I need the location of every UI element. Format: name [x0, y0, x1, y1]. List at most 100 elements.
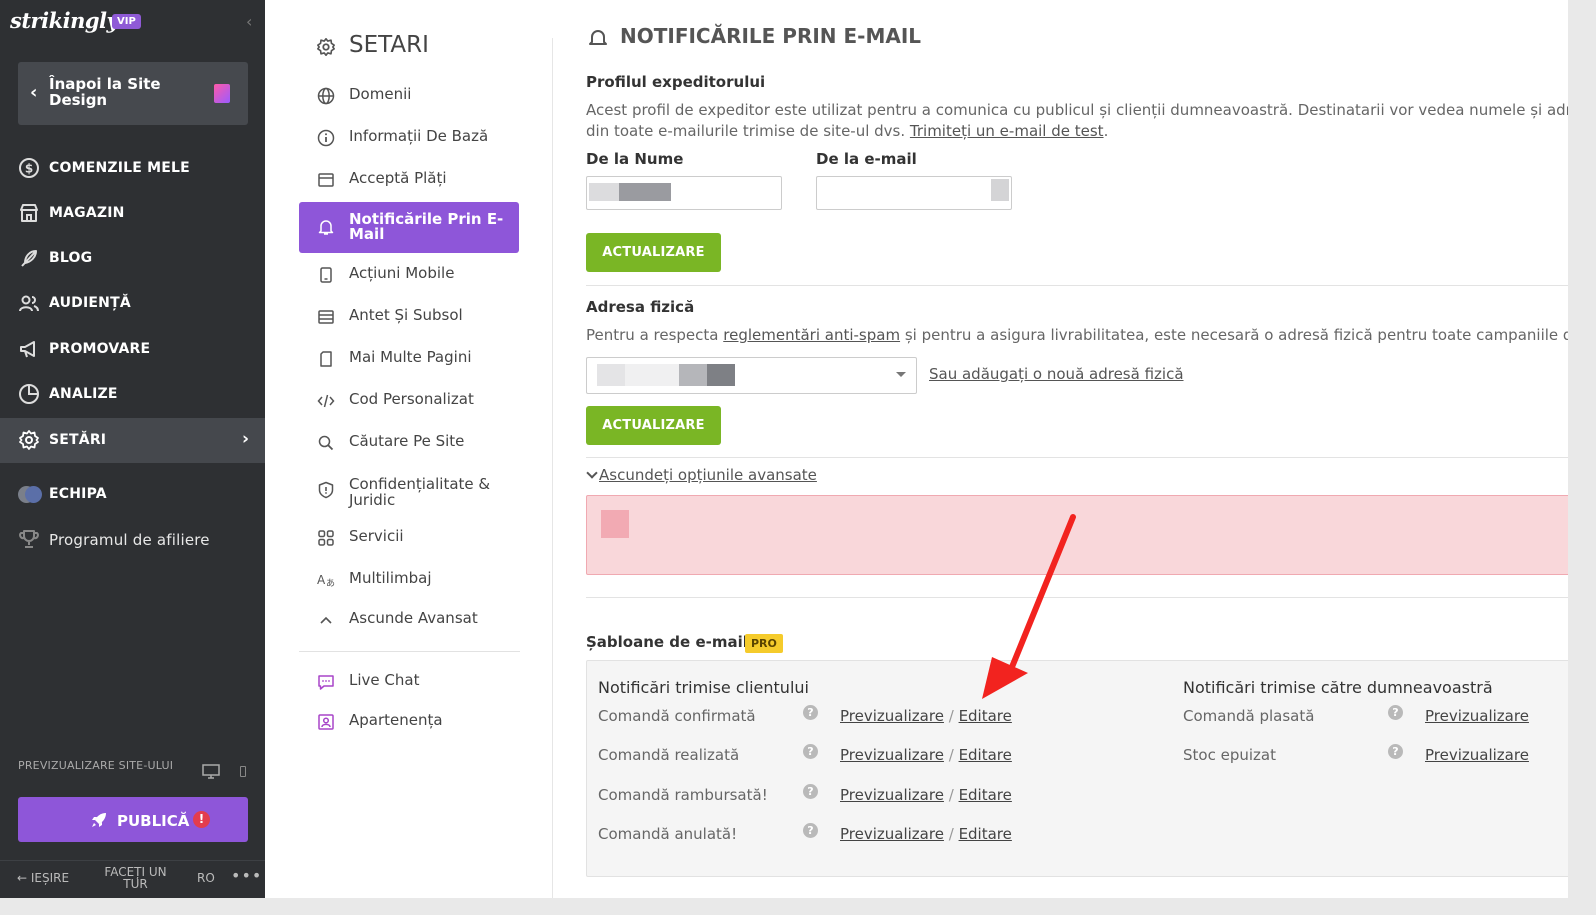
update-sender-button[interactable]: ACTUALIZARE — [586, 233, 721, 272]
help-icon[interactable]: ? — [1388, 744, 1403, 759]
back-to-site-design-button[interactable]: ‹ Înapoi la Site Design — [18, 62, 248, 125]
help-icon[interactable]: ? — [803, 823, 818, 838]
preview-link[interactable]: Previzualizare — [840, 825, 944, 843]
separator: / — [948, 707, 954, 725]
help-icon[interactable]: ? — [803, 784, 818, 799]
redacted-text — [991, 179, 1009, 201]
publish-button[interactable]: PUBLICĂ ! — [18, 797, 248, 842]
preview-link[interactable]: Previzualizare — [1425, 707, 1529, 725]
settings-item-cautare[interactable]: Căutare Pe Site — [299, 422, 519, 464]
settings-item-label: Notificările Prin E-Mail — [349, 210, 504, 243]
edit-link[interactable]: Editare — [959, 786, 1012, 804]
settings-item-label: Servicii — [349, 527, 404, 545]
send-test-email-link[interactable]: Trimiteți un e-mail de test — [910, 122, 1104, 140]
mobile-preview-icon[interactable] — [240, 766, 246, 777]
publish-label: PUBLICĂ — [117, 812, 190, 830]
vip-badge: VIP — [112, 14, 141, 29]
redacted-text — [589, 183, 619, 201]
pie-chart-icon — [18, 383, 40, 405]
address-select[interactable] — [586, 357, 917, 394]
trophy-icon — [18, 528, 40, 550]
preview-link[interactable]: Previzualizare — [1425, 746, 1529, 764]
separator: / — [948, 786, 954, 804]
collapse-sidebar-icon[interactable]: ‹ — [246, 12, 252, 31]
nav-setari[interactable]: SETĂRI › — [0, 418, 265, 463]
menu-divider — [299, 651, 520, 652]
nav-echipa[interactable]: ECHIPA — [0, 472, 265, 517]
nav-label: AUDIENȚĂ — [49, 295, 131, 311]
separator: / — [948, 825, 954, 843]
settings-item-label: Acceptă Plăți — [349, 169, 447, 187]
settings-item-mai-multe-pagini[interactable]: Mai Multe Pagini — [299, 338, 519, 380]
language-selector[interactable]: RO — [197, 871, 215, 885]
exit-label: IEȘIRE — [30, 871, 70, 885]
bell-icon — [317, 218, 335, 236]
settings-item-actiuni-mobile[interactable]: Acțiuni Mobile — [299, 254, 519, 296]
email-notification-icon — [588, 28, 608, 48]
nav-comenzile-mele[interactable]: $ COMENZILE MELE — [0, 146, 265, 191]
settings-item-accepta-plati[interactable]: Acceptă Plăți — [299, 159, 519, 201]
update-address-button[interactable]: ACTUALIZARE — [586, 406, 721, 445]
settings-item-label: Domenii — [349, 85, 412, 103]
search-icon — [317, 434, 335, 452]
address-description-text: și pentru a asigura livrabilitatea, este… — [900, 326, 1568, 344]
preview-link[interactable]: Previzualizare — [840, 746, 944, 764]
template-name: Stoc epuizat — [1183, 746, 1276, 764]
nav-label: COMENZILE MELE — [49, 160, 190, 176]
edit-link[interactable]: Editare — [959, 825, 1012, 843]
template-actions: Previzualizare — [1425, 707, 1529, 725]
nav-blog[interactable]: BLOG — [0, 236, 265, 281]
settings-item-domenii[interactable]: Domenii — [299, 75, 519, 117]
nav-magazin[interactable]: MAGAZIN — [0, 191, 265, 236]
settings-item-label: Acțiuni Mobile — [349, 264, 455, 282]
users-icon — [18, 292, 40, 314]
payment-card-icon — [317, 171, 335, 189]
from-email-input[interactable] — [816, 176, 1012, 210]
mobile-icon — [317, 266, 335, 284]
settings-item-informatii[interactable]: Informații De Bază — [299, 117, 519, 159]
gear-icon — [18, 429, 40, 451]
settings-item-label: Informații De Bază — [349, 127, 489, 145]
settings-item-apartenenta[interactable]: Apartenența — [299, 701, 519, 743]
preview-link[interactable]: Previzualizare — [840, 707, 944, 725]
edit-link[interactable]: Editare — [959, 746, 1012, 764]
redacted-text — [679, 364, 707, 386]
hide-advanced-toggle[interactable]: Ascundeți opțiunile avansate — [586, 466, 817, 484]
nav-label: SETĂRI — [49, 432, 107, 448]
settings-item-servicii[interactable]: Servicii — [299, 517, 519, 559]
anti-spam-link[interactable]: reglementări anti-spam — [723, 326, 900, 344]
divider — [586, 285, 1568, 286]
settings-item-cod-personalizat[interactable]: Cod Personalizat — [299, 380, 519, 422]
divider — [586, 457, 1568, 458]
nav-programul-de-afiliere[interactable]: Programul de afiliere — [0, 517, 265, 562]
rocket-icon — [90, 811, 108, 829]
desktop-preview-icon[interactable] — [202, 764, 220, 779]
help-icon[interactable]: ? — [803, 744, 818, 759]
settings-item-notificari[interactable]: Notificările Prin E-Mail — [299, 202, 519, 253]
settings-item-live-chat[interactable]: Live Chat — [299, 661, 519, 703]
settings-item-label: Multilimbaj — [349, 569, 432, 587]
strikingly-logo[interactable]: strikingly — [10, 8, 119, 33]
settings-item-multilimbaj[interactable]: Aあ Multilimbaj — [299, 559, 519, 601]
tour-button[interactable]: FACEȚI UN TUR — [98, 866, 173, 890]
chevron-up-icon — [317, 611, 335, 629]
add-address-link[interactable]: Sau adăugați o nouă adresă fizică — [929, 364, 1184, 385]
help-icon[interactable]: ? — [803, 705, 818, 720]
annotation-arrow — [982, 514, 1076, 699]
exit-button[interactable]: ← IEȘIRE — [17, 871, 69, 885]
help-icon[interactable]: ? — [1388, 705, 1403, 720]
customer-notifications-heading: Notificări trimise clientului — [598, 678, 809, 697]
template-name: Comandă rambursată! — [598, 786, 768, 804]
from-name-input[interactable] — [586, 176, 782, 210]
shield-icon — [317, 481, 335, 499]
settings-item-antet-subsol[interactable]: Antet Și Subsol — [299, 296, 519, 338]
nav-audienta[interactable]: AUDIENȚĂ — [0, 281, 265, 326]
settings-item-ascunde-avansat[interactable]: Ascunde Avansat — [299, 599, 519, 641]
settings-item-confidentialitate[interactable]: Confidențialitate & Juridic — [299, 464, 519, 514]
preview-site-label[interactable]: PREVIZUALIZARE SITE-ULUI — [18, 760, 188, 772]
page: strikingly VIP ‹ ‹ Înapoi la Site Design… — [0, 0, 1596, 915]
more-options-icon[interactable]: ••• — [231, 866, 262, 885]
nav-promovare[interactable]: PROMOVARE — [0, 327, 265, 372]
preview-link[interactable]: Previzualizare — [840, 786, 944, 804]
nav-analize[interactable]: ANALIZE — [0, 372, 265, 417]
